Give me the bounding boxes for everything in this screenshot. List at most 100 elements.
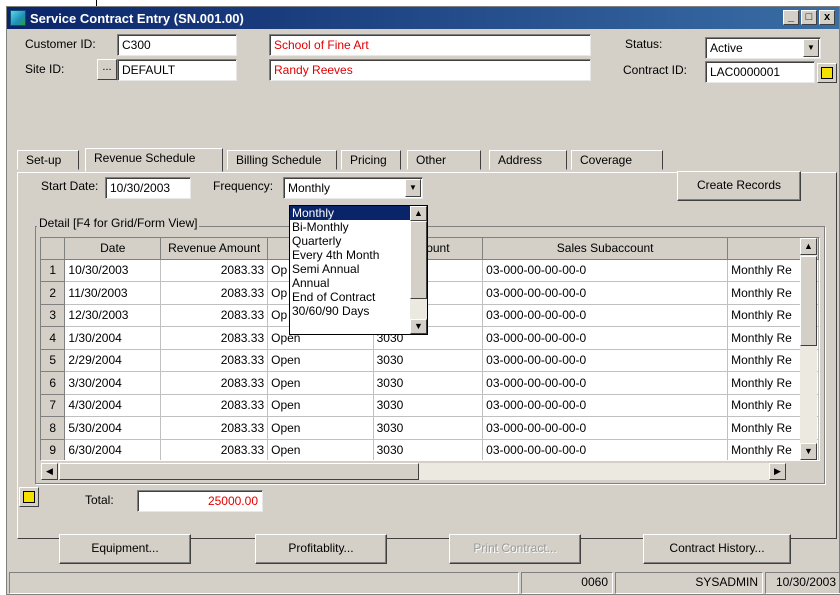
profitability-button[interactable]: Profitablity...	[255, 534, 387, 564]
table-row[interactable]: 8 5/30/2004 2083.33 Open 3030 03-000-00-00-00…	[41, 416, 819, 440]
dropdown-option[interactable]: Monthly	[290, 206, 427, 220]
tab-revenue-schedule[interactable]: Revenue Schedule	[85, 148, 223, 172]
scroll-right-icon[interactable]: ▶	[769, 463, 786, 480]
column-header-date[interactable]: Date	[64, 238, 162, 260]
date-cell[interactable]: 2/29/2004	[64, 349, 162, 372]
scroll-up-icon[interactable]: ▲	[410, 206, 427, 221]
row-number[interactable]: 1	[41, 259, 66, 282]
scroll-left-icon[interactable]: ◀	[41, 463, 58, 480]
scroll-down-icon[interactable]: ▼	[800, 443, 817, 460]
amount-cell[interactable]: 2083.33	[160, 416, 269, 440]
amount-cell[interactable]: 2083.33	[160, 281, 269, 305]
tab-setup[interactable]: Set-up	[17, 150, 79, 170]
subaccount-cell[interactable]: 03-000-00-00-00-0	[482, 304, 729, 327]
date-cell[interactable]: 6/30/2004	[64, 439, 162, 460]
subaccount-cell[interactable]: 03-000-00-00-00-0	[482, 349, 729, 372]
dropdown-option[interactable]: End of Contract	[290, 290, 427, 304]
column-header-sales-subaccount[interactable]: Sales Subaccount	[482, 238, 729, 260]
amount-cell[interactable]: 2083.33	[160, 259, 269, 282]
date-cell[interactable]: 5/30/2004	[64, 416, 162, 440]
row-number[interactable]: 9	[41, 439, 66, 460]
date-cell[interactable]: 11/30/2003	[64, 281, 162, 305]
date-cell[interactable]: 10/30/2003	[64, 259, 162, 282]
equipment-button[interactable]: Equipment...	[59, 534, 191, 564]
table-row[interactable]: 6 3/30/2004 2083.33 Open 3030 03-000-00-00-00…	[41, 371, 819, 395]
tab-billing-schedule[interactable]: Billing Schedule	[227, 150, 337, 170]
close-button[interactable]: x	[819, 10, 835, 25]
dropdown-scroll-thumb[interactable]	[410, 221, 427, 299]
status-cell[interactable]: Open	[267, 394, 374, 417]
scroll-down-icon[interactable]: ▼	[410, 319, 427, 334]
frequency-select[interactable]: Monthly	[283, 177, 423, 199]
contract-history-button[interactable]: Contract History...	[643, 534, 791, 564]
account-cell[interactable]: 3030	[373, 371, 484, 395]
subaccount-cell[interactable]: 03-000-00-00-00-0	[482, 439, 729, 460]
row-number[interactable]: 7	[41, 394, 66, 417]
column-header-revenue-amount[interactable]: Revenue Amount	[160, 238, 269, 260]
table-row[interactable]: 5 2/29/2004 2083.33 Open 3030 03-000-00-00-00…	[41, 349, 819, 372]
grid-vscroll-thumb[interactable]	[800, 256, 817, 346]
table-row[interactable]: 2 11/30/2003 2083.33 Op 03-000-00-00-00-0 Mon…	[41, 281, 819, 305]
site-lookup-button[interactable]: ...	[97, 59, 117, 80]
customer-id-field[interactable]: C300	[117, 34, 237, 56]
dropdown-option[interactable]: Every 4th Month	[290, 248, 427, 262]
amount-cell[interactable]: 2083.33	[160, 439, 269, 460]
row-number[interactable]: 6	[41, 371, 66, 395]
table-row[interactable]: 3 12/30/2003 2083.33 Op 03-000-00-00-00-0 Mon…	[41, 304, 819, 327]
row-number[interactable]: 2	[41, 281, 66, 305]
date-cell[interactable]: 1/30/2004	[64, 326, 162, 350]
scroll-up-icon[interactable]: ▲	[800, 238, 817, 255]
amount-cell[interactable]: 2083.33	[160, 371, 269, 395]
row-number[interactable]: 8	[41, 416, 66, 440]
tab-other[interactable]: Other	[407, 150, 481, 170]
dropdown-option[interactable]: Quarterly	[290, 234, 427, 248]
amount-cell[interactable]: 2083.33	[160, 394, 269, 417]
date-cell[interactable]: 12/30/2003	[64, 304, 162, 327]
status-cell[interactable]: Open	[267, 416, 374, 440]
chevron-down-icon[interactable]: ▼	[803, 39, 819, 57]
row-number[interactable]: 5	[41, 349, 66, 372]
note-icon[interactable]	[19, 487, 39, 507]
print-contract-button[interactable]: Print Contract...	[449, 534, 581, 564]
dropdown-option[interactable]: 30/60/90 Days	[290, 304, 427, 318]
account-cell[interactable]: 3030	[373, 394, 484, 417]
date-cell[interactable]: 4/30/2004	[64, 394, 162, 417]
grid-horizontal-scrollbar[interactable]: ◀ ▶	[41, 463, 786, 480]
grid-hscroll-thumb[interactable]	[59, 463, 419, 480]
subaccount-cell[interactable]: 03-000-00-00-00-0	[482, 371, 729, 395]
dropdown-option[interactable]: Annual	[290, 276, 427, 290]
subaccount-cell[interactable]: 03-000-00-00-00-0	[482, 259, 729, 282]
status-cell[interactable]: Open	[267, 349, 374, 372]
subaccount-cell[interactable]: 03-000-00-00-00-0	[482, 416, 729, 440]
frequency-dropdown-list[interactable]: Monthly Bi-Monthly Quarterly Every 4th Mont…	[289, 205, 428, 335]
account-cell[interactable]: 3030	[373, 439, 484, 460]
title-bar[interactable]: Service Contract Entry (SN.001.00) _ □ x	[7, 7, 839, 29]
detail-grid[interactable]: Date Revenue Amount Account Sales Subacc…	[40, 237, 820, 461]
subaccount-cell[interactable]: 03-000-00-00-00-0	[482, 326, 729, 350]
table-row[interactable]: 4 1/30/2004 2083.33 Open 3030 03-000-00-00-00…	[41, 326, 819, 350]
amount-cell[interactable]: 2083.33	[160, 326, 269, 350]
tab-address[interactable]: Address	[489, 150, 567, 170]
row-number[interactable]: 3	[41, 304, 66, 327]
create-records-button[interactable]: Create Records	[677, 171, 801, 201]
date-cell[interactable]: 3/30/2004	[64, 371, 162, 395]
contract-id-field[interactable]: LAC0000001	[705, 61, 815, 83]
dropdown-option[interactable]: Bi-Monthly	[290, 220, 427, 234]
status-cell[interactable]: Open	[267, 371, 374, 395]
subaccount-cell[interactable]: 03-000-00-00-00-0	[482, 394, 729, 417]
account-cell[interactable]: 3030	[373, 349, 484, 372]
table-row[interactable]: 9 6/30/2004 2083.33 Open 3030 03-000-00-00-00…	[41, 439, 819, 460]
table-row[interactable]: 1 10/30/2003 2083.33 Op 03-000-00-00-00-0 Mon…	[41, 259, 819, 282]
subaccount-cell[interactable]: 03-000-00-00-00-0	[482, 281, 729, 305]
dropdown-scrollbar[interactable]: ▲ ▼	[410, 206, 427, 334]
status-cell[interactable]: Open	[267, 439, 374, 460]
maximize-button[interactable]: □	[801, 10, 817, 25]
amount-cell[interactable]: 2083.33	[160, 349, 269, 372]
dropdown-option[interactable]: Semi Annual	[290, 262, 427, 276]
row-number[interactable]: 4	[41, 326, 66, 350]
table-row[interactable]: 7 4/30/2004 2083.33 Open 3030 03-000-00-00-00…	[41, 394, 819, 417]
tab-coverage[interactable]: Coverage	[571, 150, 663, 170]
amount-cell[interactable]: 2083.33	[160, 304, 269, 327]
note-icon[interactable]	[817, 63, 837, 83]
start-date-field[interactable]: 10/30/2003	[105, 177, 191, 199]
